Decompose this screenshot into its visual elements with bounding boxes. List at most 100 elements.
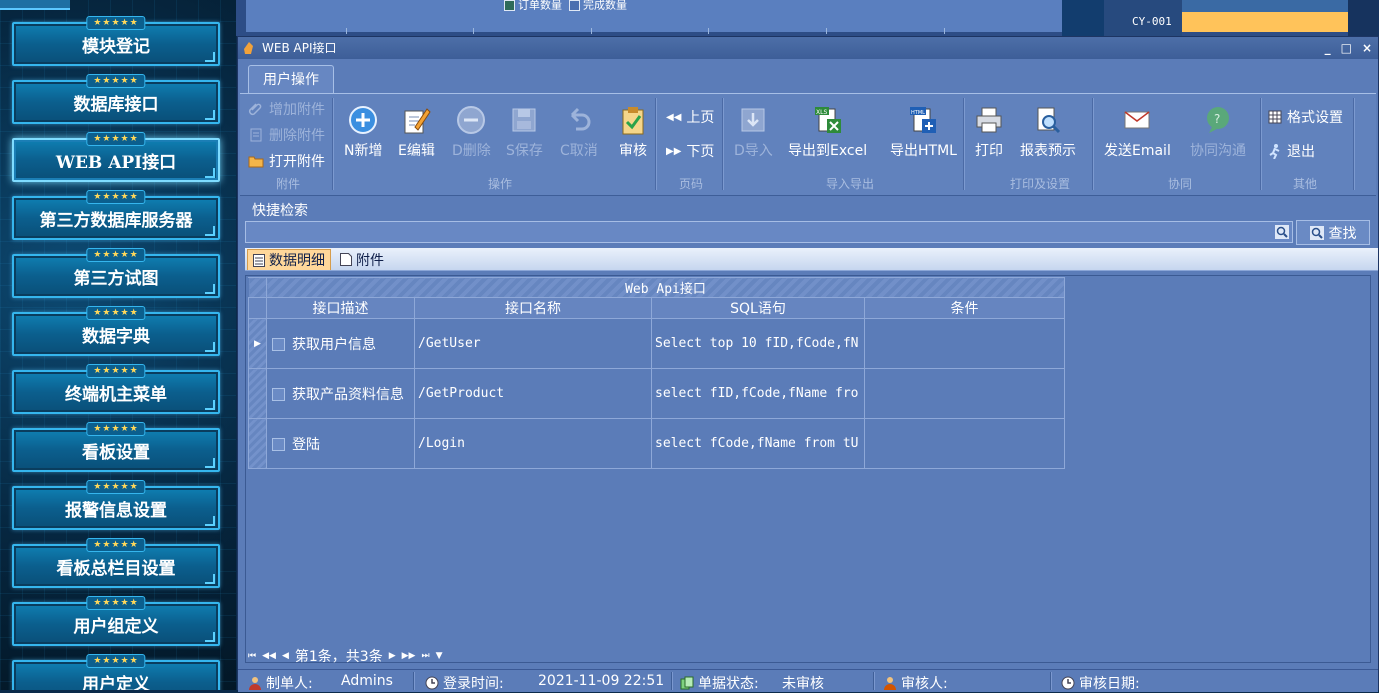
export-excel-button[interactable]: XLS 导出到Excel	[788, 104, 867, 160]
row-checkbox[interactable]	[272, 388, 285, 401]
delete-attachment-button[interactable]: 删除附件	[248, 125, 325, 145]
svg-text:HTML: HTML	[911, 110, 925, 116]
sidebar-item[interactable]: ★★★★★ 数据字典	[12, 306, 220, 356]
tab-user-operations[interactable]: 用户操作	[248, 65, 334, 93]
export-html-label: 导出HTML	[890, 143, 957, 159]
filter-icon[interactable]: ▼	[436, 651, 443, 661]
cancel-button[interactable]: C取消	[560, 104, 598, 160]
sidebar-item-label: 看板设置	[82, 442, 150, 463]
row-indicator[interactable]	[248, 418, 267, 469]
next-page-button[interactable]: ▶▶ 下页	[666, 141, 714, 161]
sidebar-item[interactable]: ★★★★★ 数据库接口	[12, 74, 220, 124]
sidebar-item[interactable]: ★★★★★ 用户组定义	[12, 596, 220, 646]
sidebar-item[interactable]: ★★★★★ 第三方数据库服务器	[12, 190, 220, 240]
excel-icon: XLS	[814, 107, 841, 133]
sidebar-item[interactable]: ★★★★★ WEB API接口	[12, 132, 220, 182]
search-field-icon[interactable]	[1275, 225, 1289, 243]
table-row[interactable]: ▶ 获取用户信息 /GetUser Select top 10 fID,fCod…	[248, 318, 1065, 369]
row-indicator[interactable]: ▶	[248, 318, 267, 369]
add-attachment-button[interactable]: 增加附件	[248, 99, 325, 119]
sidebar-item[interactable]: ★★★★★ 看板设置	[12, 422, 220, 472]
prev-page-nav-icon[interactable]: ◀◀	[262, 651, 276, 661]
quick-search-input[interactable]	[245, 221, 1293, 243]
row-checkbox[interactable]	[272, 338, 285, 351]
login-time-label: 登录时间:	[443, 676, 504, 692]
cell-sql[interactable]: select fID,fCode,fName fro	[651, 368, 865, 419]
exit-button[interactable]: 退出	[1268, 141, 1315, 161]
cell-desc-text: 获取用户信息	[292, 336, 376, 353]
next-record-icon[interactable]: ▶	[389, 651, 396, 661]
product-code: CY-001	[1132, 15, 1172, 28]
delete-doc-icon	[250, 128, 262, 142]
cell-sql[interactable]: Select top 10 fID,fCode,fN	[651, 318, 865, 369]
find-button[interactable]: 查找	[1296, 220, 1370, 245]
maximize-button[interactable]: □	[1341, 37, 1352, 59]
new-button[interactable]: N新增	[344, 104, 382, 160]
column-header-name[interactable]: 接口名称	[414, 297, 652, 319]
export-excel-label: 导出到Excel	[788, 143, 868, 159]
group-separator	[963, 98, 965, 190]
delete-button[interactable]: D删除	[452, 104, 491, 160]
last-record-icon[interactable]: ⏭	[421, 651, 429, 661]
audit-label: 审核	[619, 143, 647, 159]
sidebar-item[interactable]: ★★★★★ 终端机主菜单	[12, 364, 220, 414]
next-page-nav-icon[interactable]: ▶▶	[402, 651, 416, 661]
column-header-desc[interactable]: 接口描述	[266, 297, 415, 319]
tab-attachment[interactable]: 附件	[335, 249, 389, 270]
close-button[interactable]: ×	[1362, 37, 1372, 59]
preview-button[interactable]: 报表预示	[1020, 104, 1076, 160]
chart-gridline	[473, 28, 474, 34]
audit-button[interactable]: 审核	[618, 104, 648, 160]
cell-condition[interactable]	[864, 418, 1065, 469]
cell-condition[interactable]	[864, 368, 1065, 419]
first-record-icon[interactable]: ⏮	[248, 651, 256, 661]
prev-record-icon[interactable]: ◀	[282, 651, 289, 661]
creator-field: 制单人:	[248, 673, 313, 693]
row-indicator[interactable]	[248, 368, 267, 419]
open-attachment-button[interactable]: 打开附件	[248, 151, 325, 171]
undo-icon	[570, 107, 591, 131]
cell-desc[interactable]: 登陆	[266, 418, 415, 469]
cell-name[interactable]: /GetProduct	[414, 368, 652, 419]
row-checkbox[interactable]	[272, 438, 285, 451]
sidebar-item[interactable]: ★★★★★ 用户定义	[12, 654, 220, 690]
corner-decoration	[205, 400, 215, 410]
column-header-sql[interactable]: SQL语句	[651, 297, 865, 319]
sidebar-item[interactable]: ★★★★★ 报警信息设置	[12, 480, 220, 530]
cell-desc[interactable]: 获取用户信息	[266, 318, 415, 369]
group-label-operation: 操作	[487, 177, 512, 191]
cell-desc[interactable]: 获取产品资料信息	[266, 368, 415, 419]
sidebar-item[interactable]: ★★★★★ 模块登记	[12, 16, 220, 66]
cell-sql[interactable]: select fCode,fName from tU	[651, 418, 865, 469]
stars-badge: ★★★★★	[86, 596, 146, 610]
table-row[interactable]: 获取产品资料信息 /GetProduct select fID,fCode,fN…	[248, 368, 1065, 419]
grid-settings-icon	[1268, 110, 1282, 124]
grid-corner	[248, 277, 267, 298]
sidebar-item[interactable]: ★★★★★ 看板总栏目设置	[12, 538, 220, 588]
sidebar-item-label: 报警信息设置	[65, 500, 167, 521]
cell-condition[interactable]	[864, 318, 1065, 369]
sidebar-item-label: 终端机主菜单	[65, 384, 167, 405]
tab-data-detail[interactable]: 数据明细	[247, 249, 331, 270]
sidebar-item[interactable]: ★★★★★ 第三方试图	[12, 248, 220, 298]
corner-decoration	[205, 458, 215, 468]
table-row[interactable]: 登陆 /Login select fCode,fName from tU	[248, 418, 1065, 469]
record-navigator: ⏮ ◀◀ ◀ 第1条，共3条 ▶ ▶▶ ⏭ ▼	[248, 646, 443, 666]
cell-name[interactable]: /Login	[414, 418, 652, 469]
save-button[interactable]: S保存	[506, 104, 543, 160]
import-button[interactable]: D导入	[734, 104, 773, 160]
right-panel	[1348, 0, 1379, 36]
collaborate-button[interactable]: ? 协同沟通	[1190, 104, 1246, 160]
print-button[interactable]: 打印	[974, 104, 1004, 160]
cell-name[interactable]: /GetUser	[414, 318, 652, 369]
export-html-button[interactable]: HTML 导出HTML	[890, 104, 957, 160]
status-separator	[671, 672, 673, 690]
column-header-condition[interactable]: 条件	[864, 297, 1065, 319]
record-position: 第1条，共3条	[294, 649, 383, 665]
format-settings-button[interactable]: 格式设置	[1268, 107, 1343, 127]
send-email-button[interactable]: 发送Email	[1104, 104, 1171, 160]
html-file-icon: HTML	[910, 107, 937, 133]
minimize-button[interactable]: _	[1325, 37, 1331, 59]
edit-button[interactable]: E编辑	[398, 104, 435, 160]
prev-page-button[interactable]: ◀◀ 上页	[666, 107, 714, 127]
